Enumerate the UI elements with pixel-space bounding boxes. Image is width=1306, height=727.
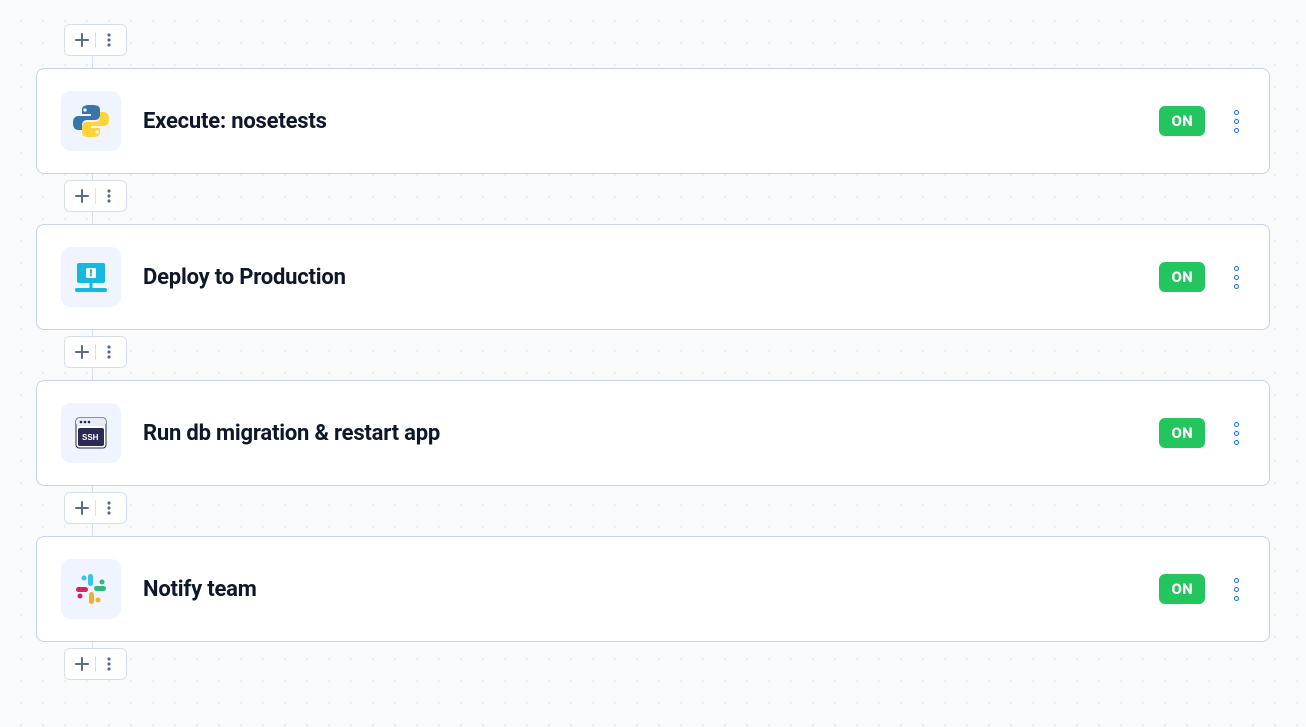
- add-step-more-button[interactable]: [98, 653, 120, 675]
- kebab-dot-icon: [1234, 284, 1239, 289]
- divider: [95, 500, 96, 516]
- plus-icon: [75, 657, 89, 671]
- step-title: Execute: nosetests: [143, 109, 1159, 134]
- step-title: Deploy to Production: [143, 265, 1159, 290]
- divider: [95, 344, 96, 360]
- pipeline-step[interactable]: Notify team ON: [36, 536, 1270, 642]
- kebab-dot-icon: [1234, 266, 1239, 271]
- add-step-button[interactable]: [71, 341, 93, 363]
- plus-icon: [75, 345, 89, 359]
- status-badge[interactable]: ON: [1159, 262, 1205, 292]
- kebab-dot-icon: [1234, 587, 1239, 592]
- step-title: Notify team: [143, 577, 1159, 602]
- status-badge[interactable]: ON: [1159, 574, 1205, 604]
- step-menu-button[interactable]: [1227, 422, 1245, 445]
- add-step-pill: [64, 648, 127, 680]
- step-icon-wrap: [61, 559, 121, 619]
- add-step-row: [64, 180, 1270, 212]
- divider: [95, 32, 96, 48]
- add-step-row: [64, 648, 1270, 680]
- kebab-dot-icon: [1234, 422, 1239, 427]
- add-step-pill: [64, 336, 127, 368]
- slack-icon: [71, 569, 111, 609]
- add-step-more-button[interactable]: [98, 185, 120, 207]
- dots-vertical-icon: [107, 189, 111, 203]
- add-step-pill: [64, 180, 127, 212]
- kebab-dot-icon: [1234, 128, 1239, 133]
- add-step-more-button[interactable]: [98, 497, 120, 519]
- kebab-dot-icon: [1234, 275, 1239, 280]
- dots-vertical-icon: [107, 345, 111, 359]
- kebab-dot-icon: [1234, 578, 1239, 583]
- deploy-icon: [69, 255, 113, 299]
- step-title: Run db migration & restart app: [143, 421, 1159, 446]
- svg-text:SSH: SSH: [82, 433, 99, 442]
- step-menu-button[interactable]: [1227, 266, 1245, 289]
- step-menu-button[interactable]: [1227, 110, 1245, 133]
- kebab-dot-icon: [1234, 110, 1239, 115]
- status-badge[interactable]: ON: [1159, 418, 1205, 448]
- step-menu-button[interactable]: [1227, 578, 1245, 601]
- kebab-dot-icon: [1234, 431, 1239, 436]
- add-step-row: [64, 492, 1270, 524]
- ssh-icon: SSH: [70, 412, 112, 454]
- add-step-more-button[interactable]: [98, 341, 120, 363]
- add-step-button[interactable]: [71, 29, 93, 51]
- status-badge[interactable]: ON: [1159, 106, 1205, 136]
- add-step-pill: [64, 24, 127, 56]
- pipeline-step[interactable]: Deploy to Production ON: [36, 224, 1270, 330]
- divider: [95, 188, 96, 204]
- plus-icon: [75, 501, 89, 515]
- add-step-button[interactable]: [71, 497, 93, 519]
- step-icon-wrap: [61, 91, 121, 151]
- step-icon-wrap: SSH: [61, 403, 121, 463]
- add-step-pill: [64, 492, 127, 524]
- dots-vertical-icon: [107, 33, 111, 47]
- divider: [95, 656, 96, 672]
- add-step-button[interactable]: [71, 185, 93, 207]
- add-step-button[interactable]: [71, 653, 93, 675]
- pipeline-canvas: Execute: nosetests ON: [0, 0, 1306, 700]
- pipeline-step[interactable]: SSH Run db migration & restart app ON: [36, 380, 1270, 486]
- dots-vertical-icon: [107, 501, 111, 515]
- python-icon: [71, 101, 111, 141]
- add-step-row: [64, 336, 1270, 368]
- kebab-dot-icon: [1234, 596, 1239, 601]
- dots-vertical-icon: [107, 657, 111, 671]
- add-step-more-button[interactable]: [98, 29, 120, 51]
- plus-icon: [75, 33, 89, 47]
- step-icon-wrap: [61, 247, 121, 307]
- plus-icon: [75, 189, 89, 203]
- kebab-dot-icon: [1234, 119, 1239, 124]
- add-step-row: [64, 24, 1270, 56]
- kebab-dot-icon: [1234, 440, 1239, 445]
- pipeline-step[interactable]: Execute: nosetests ON: [36, 68, 1270, 174]
